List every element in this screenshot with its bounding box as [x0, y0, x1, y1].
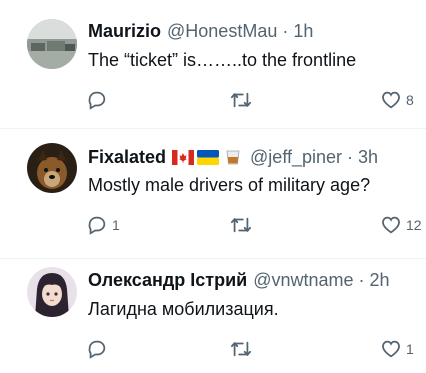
retweet-icon [230, 214, 252, 236]
heart-icon [380, 89, 402, 111]
display-name[interactable]: Maurizio [88, 21, 161, 42]
user-handle[interactable]: @jeff_piner [250, 147, 342, 168]
tweet[interactable]: Олександр Істрий @vnwtname · 2h Лагидна … [0, 259, 426, 373]
separator-dot: · [358, 270, 365, 290]
like-count: 1 [406, 341, 414, 357]
tweet[interactable]: Fixalated @jeff_piner · 3h Mostly male d… [0, 129, 426, 259]
reply-button[interactable] [86, 88, 112, 112]
timestamp[interactable]: 3h [358, 147, 378, 168]
avatar[interactable] [27, 19, 77, 69]
user-handle[interactable]: @vnwtname [253, 270, 353, 291]
heart-icon [380, 338, 402, 360]
action-bar: 8 [0, 88, 426, 112]
retweet-button[interactable] [230, 88, 256, 112]
reply-button[interactable] [86, 337, 112, 361]
tweet-text: The “ticket” is……..to the frontline [88, 50, 357, 70]
tweet-header: Maurizio @HonestMau · 1h [88, 21, 313, 42]
whiskey-glass-icon [222, 150, 244, 165]
tweet-header: Fixalated @jeff_piner · 3h [88, 147, 378, 168]
timestamp[interactable]: 2h [370, 270, 390, 291]
action-bar: 1 [0, 337, 426, 361]
display-name[interactable]: Олександр Істрий [88, 270, 247, 291]
reply-icon [86, 89, 108, 111]
reply-icon [86, 338, 108, 360]
action-bar: 1 12 [0, 213, 426, 237]
retweet-icon [230, 338, 252, 360]
like-button[interactable]: 12 [380, 213, 422, 237]
reply-feed: Maurizio @HonestMau · 1h The “ticket” is… [0, 0, 426, 373]
retweet-icon [230, 89, 252, 111]
ukraine-flag-icon [197, 150, 220, 165]
name-emojis [172, 150, 244, 165]
timestamp[interactable]: 1h [293, 21, 313, 42]
like-count: 12 [406, 217, 422, 233]
like-count: 8 [406, 92, 414, 108]
reply-icon [86, 214, 108, 236]
display-name[interactable]: Fixalated [88, 147, 166, 168]
retweet-button[interactable] [230, 213, 256, 237]
avatar[interactable] [27, 267, 77, 317]
like-button[interactable]: 1 [380, 337, 414, 361]
heart-icon [380, 214, 402, 236]
tweet-text: Mostly male drivers of military age? [88, 175, 371, 195]
user-handle[interactable]: @HonestMau [167, 21, 277, 42]
reply-button[interactable]: 1 [86, 213, 120, 237]
reply-count: 1 [112, 217, 120, 233]
separator-dot: · [347, 147, 354, 167]
tweet-text: Лагидна мобилизация. [88, 299, 279, 319]
separator-dot: · [282, 21, 289, 41]
retweet-button[interactable] [230, 337, 256, 361]
canada-flag-icon [172, 150, 195, 165]
tweet-header: Олександр Істрий @vnwtname · 2h [88, 270, 390, 291]
tweet[interactable]: Maurizio @HonestMau · 1h The “ticket” is… [0, 0, 426, 129]
like-button[interactable]: 8 [380, 88, 414, 112]
avatar[interactable] [27, 143, 77, 193]
